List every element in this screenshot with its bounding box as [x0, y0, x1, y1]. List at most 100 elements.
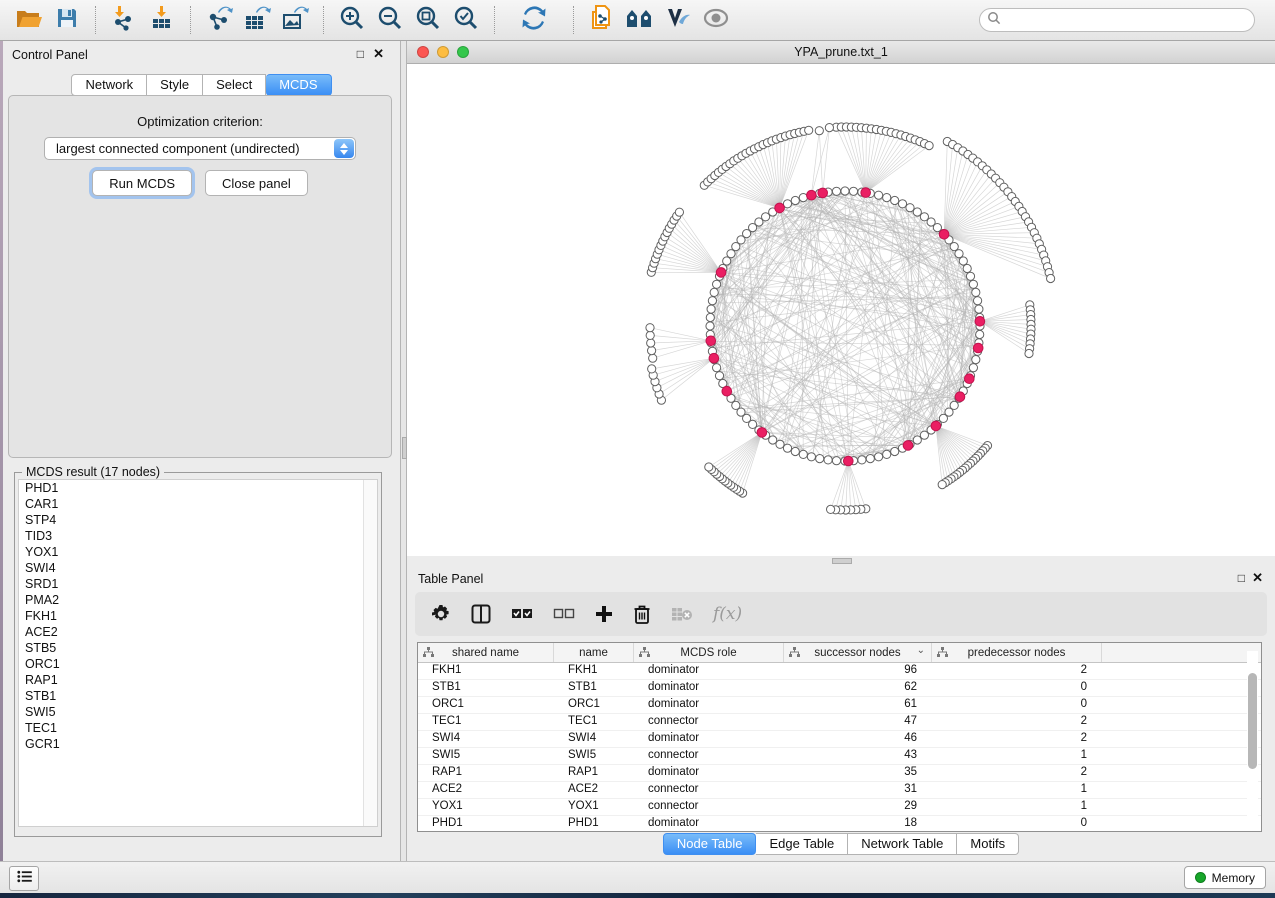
- mcds-result-item[interactable]: STP4: [19, 512, 377, 528]
- add-row-button[interactable]: [595, 605, 613, 623]
- splitter-grabber[interactable]: [832, 558, 852, 564]
- mcds-result-item[interactable]: SWI4: [19, 560, 377, 576]
- select-all-rows-button[interactable]: [511, 607, 533, 621]
- zoom-window-icon[interactable]: [457, 46, 469, 58]
- mcds-result-item[interactable]: SWI5: [19, 704, 377, 720]
- column-header-successor-nodes[interactable]: successor nodes⌄: [784, 643, 932, 662]
- column-header-MCDS-role[interactable]: MCDS role: [634, 643, 784, 662]
- table-row[interactable]: SWI4SWI4dominator462: [418, 731, 1261, 748]
- node-table[interactable]: shared namenameMCDS rolesuccessor nodes⌄…: [417, 642, 1262, 832]
- mcds-result-item[interactable]: SRD1: [19, 576, 377, 592]
- table-tab-network-table[interactable]: Network Table: [848, 833, 957, 855]
- mcds-result-item[interactable]: CAR1: [19, 496, 377, 512]
- zoom-in-button[interactable]: [336, 5, 368, 35]
- table-row[interactable]: ORC1ORC1dominator610: [418, 697, 1261, 714]
- export-network-button[interactable]: [203, 5, 235, 35]
- mcds-result-item[interactable]: TID3: [19, 528, 377, 544]
- mcds-result-item[interactable]: ORC1: [19, 656, 377, 672]
- tab-style[interactable]: Style: [147, 74, 203, 96]
- table-scrollbar[interactable]: [1247, 651, 1258, 823]
- zoom-out-button[interactable]: [374, 5, 406, 35]
- mcds-result-item[interactable]: TEC1: [19, 720, 377, 736]
- zoom-fit-icon: [415, 5, 441, 36]
- delete-table-button[interactable]: [671, 606, 693, 622]
- table-tab-node-table[interactable]: Node Table: [663, 833, 757, 855]
- apply-function-button[interactable]: f(x): [713, 604, 742, 624]
- tab-select[interactable]: Select: [203, 74, 266, 96]
- minimize-window-icon[interactable]: [437, 46, 449, 58]
- mcds-result-item[interactable]: FKH1: [19, 608, 377, 624]
- import-network-button[interactable]: [108, 5, 140, 35]
- export-table-button[interactable]: [241, 5, 273, 35]
- mcds-result-item[interactable]: ACE2: [19, 624, 377, 640]
- deselect-all-rows-button[interactable]: [553, 607, 575, 621]
- column-header-shared-name[interactable]: shared name: [418, 643, 554, 662]
- close-window-icon[interactable]: [417, 46, 429, 58]
- criterion-select[interactable]: largest connected component (undirected): [44, 137, 356, 160]
- table-row[interactable]: RAP1RAP1dominator352: [418, 765, 1261, 782]
- close-panel-button[interactable]: Close panel: [205, 170, 308, 196]
- mcds-result-item[interactable]: GCR1: [19, 736, 377, 752]
- zoom-out-icon: [377, 5, 403, 36]
- export-image-button[interactable]: [279, 5, 311, 35]
- criterion-value: largest connected component (undirected): [45, 141, 300, 156]
- table-cell: 2: [932, 714, 1102, 730]
- import-table-button[interactable]: [146, 5, 178, 35]
- table-row[interactable]: TEC1TEC1connector472: [418, 714, 1261, 731]
- memory-button[interactable]: Memory: [1184, 866, 1266, 889]
- apply-layout-button[interactable]: [518, 5, 550, 35]
- table-row[interactable]: YOX1YOX1connector291: [418, 799, 1261, 816]
- clone-network-button[interactable]: [586, 5, 618, 35]
- tab-mcds[interactable]: MCDS: [266, 74, 331, 96]
- zoom-selected-button[interactable]: [450, 5, 482, 35]
- mcds-result-item[interactable]: PHD1: [19, 480, 377, 496]
- show-columns-button[interactable]: [471, 604, 491, 624]
- save-session-button[interactable]: [51, 5, 83, 35]
- table-tab-edge-table[interactable]: Edge Table: [756, 833, 848, 855]
- search-input[interactable]: [1005, 12, 1254, 28]
- table-row[interactable]: PHD1PHD1dominator180: [418, 816, 1261, 832]
- open-session-button[interactable]: [13, 5, 45, 35]
- zoom-fit-button[interactable]: [412, 5, 444, 35]
- mcds-result-item[interactable]: PMA2: [19, 592, 377, 608]
- table-panel-title: Table Panel: [418, 572, 483, 586]
- table-row[interactable]: FKH1FKH1dominator962: [418, 663, 1261, 680]
- table-tab-motifs[interactable]: Motifs: [957, 833, 1019, 855]
- first-neighbors-button[interactable]: [624, 5, 656, 35]
- table-row[interactable]: SWI5SWI5connector431: [418, 748, 1261, 765]
- eye-icon: [702, 7, 730, 34]
- save-floppy-icon: [55, 6, 79, 35]
- float-panel-icon[interactable]: □: [357, 48, 364, 60]
- show-all-button[interactable]: [700, 5, 732, 35]
- mcds-result-item[interactable]: YOX1: [19, 544, 377, 560]
- column-header-name[interactable]: name: [554, 643, 634, 662]
- search-field[interactable]: [979, 8, 1255, 32]
- network-titlebar[interactable]: YPA_prune.txt_1: [407, 41, 1275, 64]
- scrollbar-thumb[interactable]: [1248, 673, 1257, 769]
- horizontal-splitter[interactable]: [407, 556, 1275, 565]
- tab-network[interactable]: Network: [71, 74, 147, 96]
- table-row[interactable]: STB1STB1dominator620: [418, 680, 1261, 697]
- mcds-result-item[interactable]: STB5: [19, 640, 377, 656]
- close-panel-icon[interactable]: ✕: [373, 47, 384, 60]
- network-canvas[interactable]: [407, 64, 1275, 556]
- network-graph[interactable]: [407, 64, 1275, 556]
- vertical-splitter[interactable]: [400, 41, 407, 861]
- mcds-result-item[interactable]: STB1: [19, 688, 377, 704]
- mcds-result-item[interactable]: RAP1: [19, 672, 377, 688]
- hide-selected-button[interactable]: [662, 5, 694, 35]
- list-scrollbar[interactable]: [363, 480, 377, 826]
- mcds-result-list[interactable]: PHD1CAR1STP4TID3YOX1SWI4SRD1PMA2FKH1ACE2…: [18, 479, 378, 827]
- table-cell: 96: [784, 663, 932, 679]
- task-history-button[interactable]: [9, 866, 39, 891]
- optimization-criterion-label: Optimization criterion:: [9, 114, 391, 129]
- mcds-node: [861, 188, 871, 198]
- close-panel-icon[interactable]: ✕: [1252, 571, 1263, 584]
- float-panel-icon[interactable]: □: [1238, 572, 1245, 584]
- table-row[interactable]: ACE2ACE2connector311: [418, 782, 1261, 799]
- table-settings-button[interactable]: [431, 604, 451, 624]
- table-cell: connector: [634, 782, 784, 798]
- delete-rows-button[interactable]: [633, 604, 651, 624]
- run-mcds-button[interactable]: Run MCDS: [92, 170, 192, 196]
- column-header-predecessor-nodes[interactable]: predecessor nodes: [932, 643, 1102, 662]
